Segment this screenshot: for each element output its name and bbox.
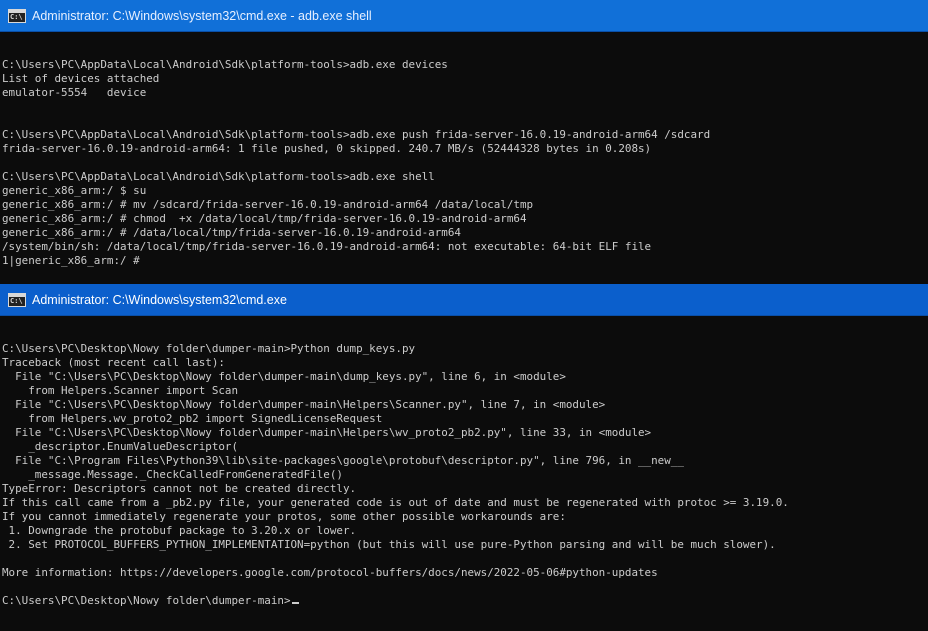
console-line: TypeError: Descriptors cannot not be cre… [2,482,357,495]
console-line: _descriptor.EnumValueDescriptor( [2,440,239,453]
console-line: C:\Users\PC\Desktop\Nowy folder\dumper-m… [2,342,416,355]
cmd-window-adb-shell[interactable]: C:\ Administrator: C:\Windows\system32\c… [0,0,928,284]
console-line: generic_x86_arm:/ # chmod +x /data/local… [2,212,527,225]
text-cursor [291,602,299,604]
window-titlebar[interactable]: C:\ Administrator: C:\Windows\system32\c… [0,0,928,32]
console-line: More information: https://developers.goo… [2,566,658,579]
window-title: Administrator: C:\Windows\system32\cmd.e… [32,292,287,307]
console-line: If you cannot immediately regenerate you… [2,510,566,523]
console-line: _message.Message._CheckCalledFromGenerat… [2,468,343,481]
console-line: 1|generic_x86_arm:/ # [2,254,140,267]
console-line: C:\Users\PC\AppData\Local\Android\Sdk\pl… [2,128,711,141]
console-line: File "C:\Users\PC\Desktop\Nowy folder\du… [2,370,566,383]
cmd-icon: C:\ [8,8,26,23]
console-line: List of devices attached [2,72,160,85]
console-output[interactable]: C:\Users\PC\Desktop\Nowy folder\dumper-m… [0,316,928,608]
console-line: File "C:\Users\PC\Desktop\Nowy folder\du… [2,426,652,439]
console-line: C:\Users\PC\AppData\Local\Android\Sdk\pl… [2,170,435,183]
console-line: /system/bin/sh: /data/local/tmp/frida-se… [2,240,652,253]
console-line: 1. Downgrade the protobuf package to 3.2… [2,524,357,537]
console-line: generic_x86_arm:/ $ su [2,184,147,197]
console-line: Traceback (most recent call last): [2,356,225,369]
console-line: C:\Users\PC\Desktop\Nowy folder\dumper-m… [2,594,928,608]
cmd-icon: C:\ [8,292,26,307]
console-line: C:\Users\PC\AppData\Local\Android\Sdk\pl… [2,58,448,71]
console-line: File "C:\Users\PC\Desktop\Nowy folder\du… [2,398,606,411]
console-line: 2. Set PROTOCOL_BUFFERS_PYTHON_IMPLEMENT… [2,538,776,551]
console-line: File "C:\Program Files\Python39\lib\site… [2,454,684,467]
console-line: generic_x86_arm:/ # /data/local/tmp/frid… [2,226,461,239]
console-line: generic_x86_arm:/ # mv /sdcard/frida-ser… [2,198,534,211]
window-titlebar[interactable]: C:\ Administrator: C:\Windows\system32\c… [0,284,928,316]
console-line: from Helpers.Scanner import Scan [2,384,239,397]
console-line: frida-server-16.0.19-android-arm64: 1 fi… [2,142,652,155]
window-title: Administrator: C:\Windows\system32\cmd.e… [32,8,372,23]
console-line: If this call came from a _pb2.py file, y… [2,496,789,509]
console-line: emulator-5554 device [2,86,147,99]
console-line: from Helpers.wv_proto2_pb2 import Signed… [2,412,383,425]
cmd-window-python[interactable]: C:\ Administrator: C:\Windows\system32\c… [0,284,928,631]
console-output[interactable]: C:\Users\PC\AppData\Local\Android\Sdk\pl… [0,32,928,268]
